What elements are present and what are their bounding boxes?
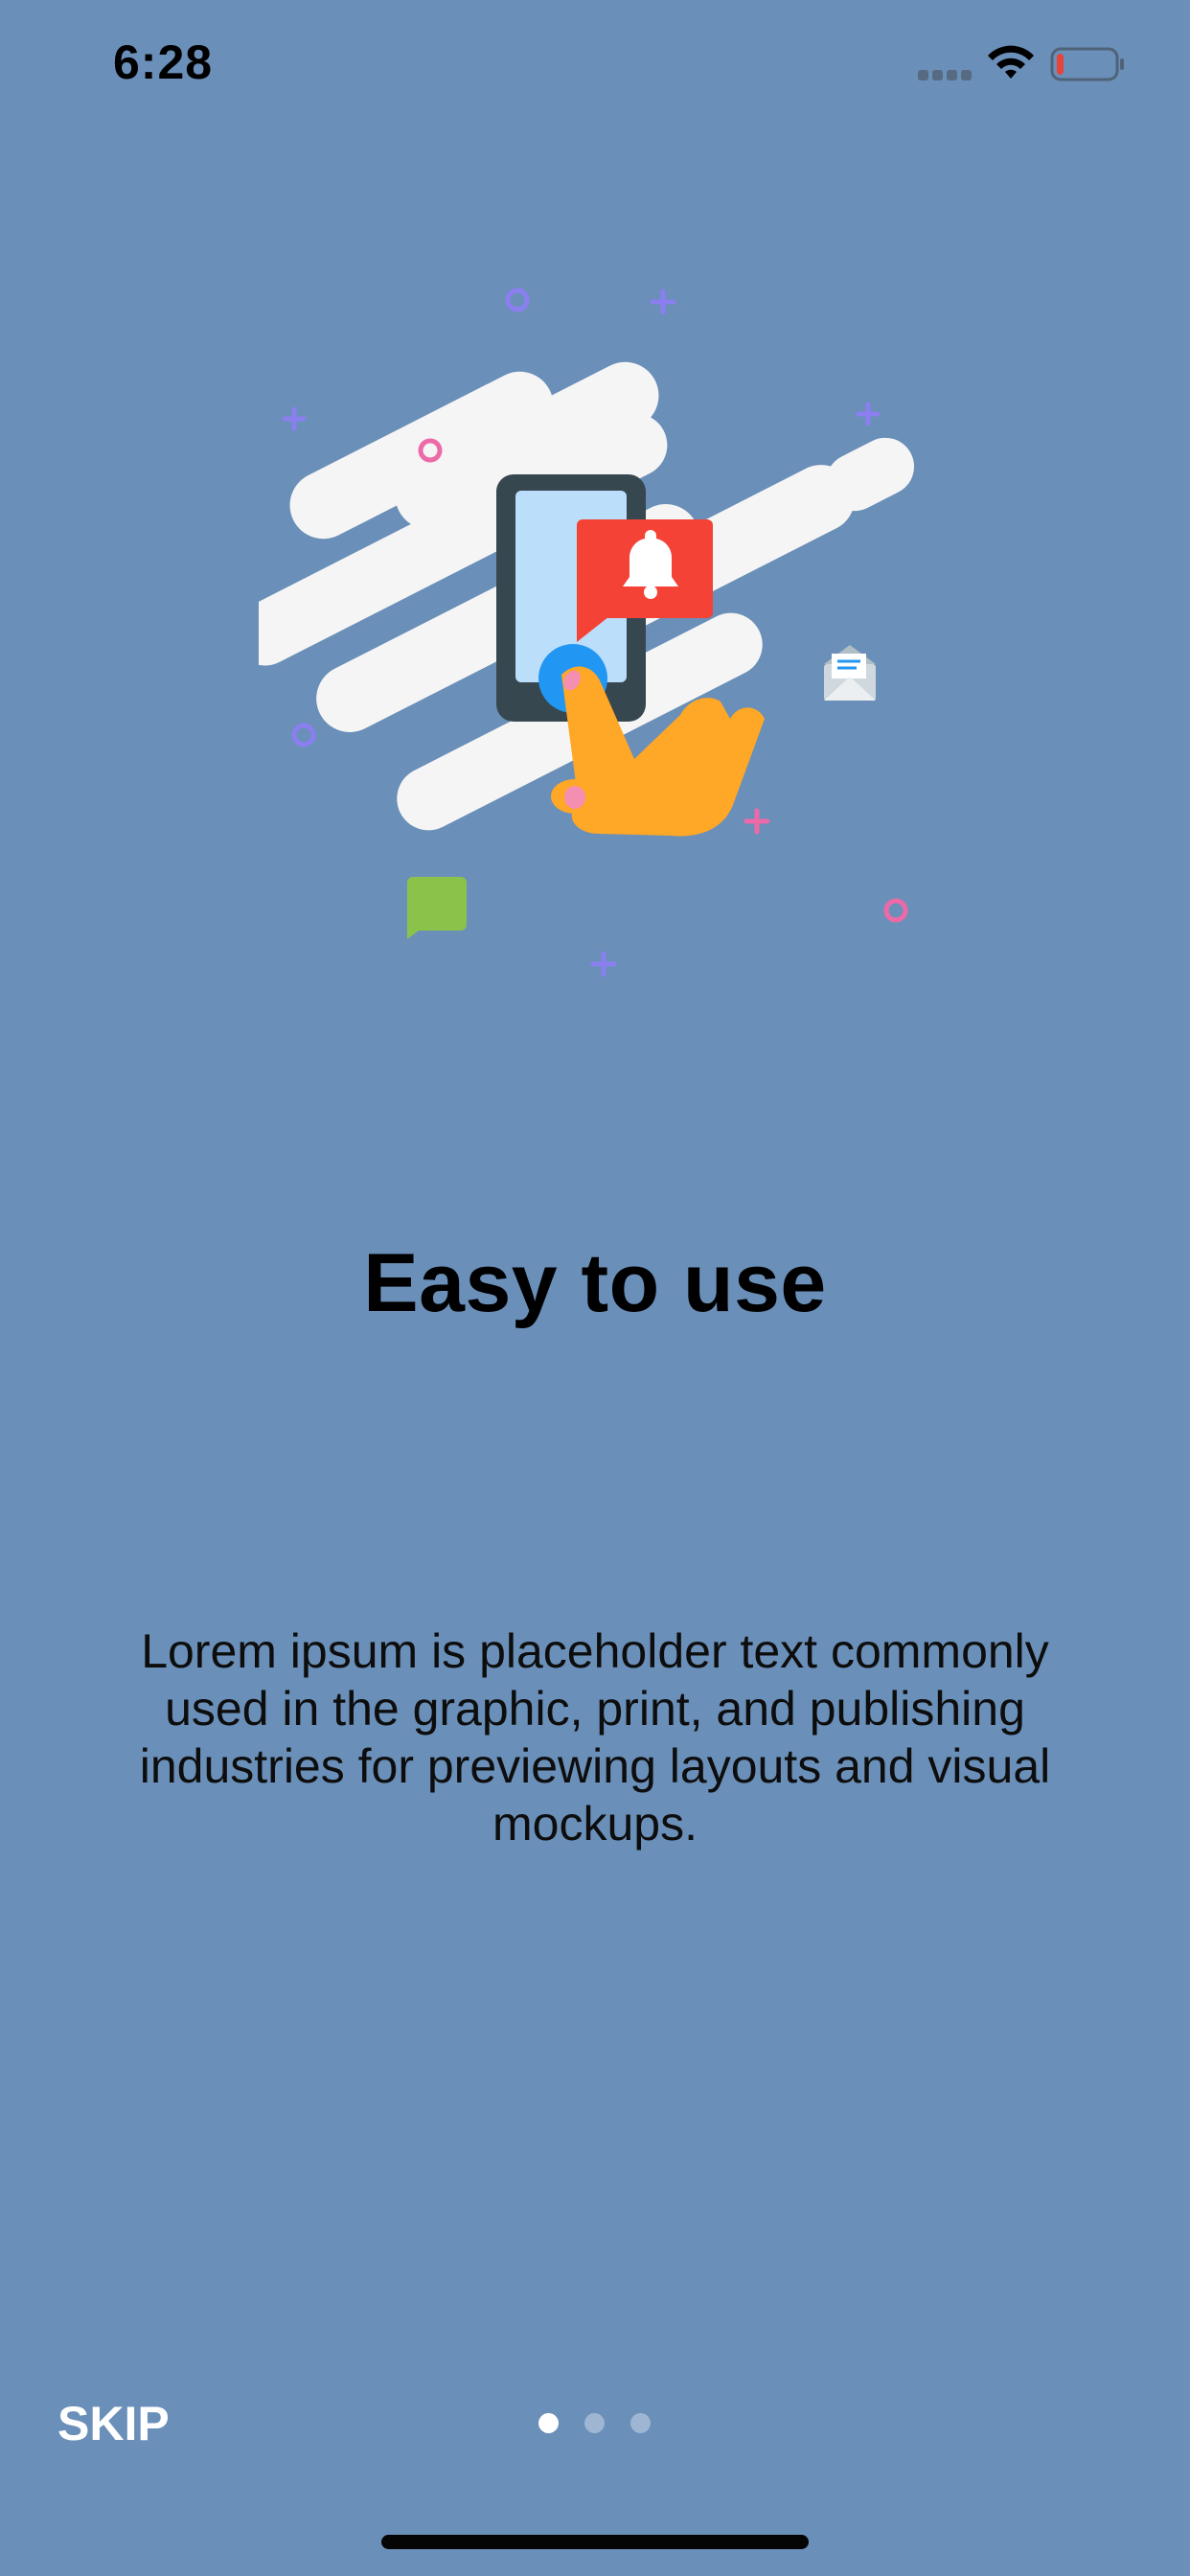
status-time: 6:28 — [113, 35, 214, 89]
phone-notification-hand-illustration — [259, 288, 915, 978]
mail-envelope — [824, 645, 876, 701]
onboarding-title: Easy to use — [363, 1237, 827, 1329]
signal-dots-icon — [918, 70, 973, 81]
page-dot-1[interactable] — [538, 2413, 559, 2433]
page-dot-3[interactable] — [630, 2413, 651, 2433]
chat-bubble — [407, 877, 467, 939]
page-indicator[interactable] — [537, 2413, 661, 2434]
page-dot-2[interactable] — [584, 2413, 605, 2433]
wifi-icon — [988, 45, 1034, 79]
home-indicator[interactable] — [381, 2535, 809, 2549]
status-bar: 6:28 — [0, 0, 1190, 125]
skip-button[interactable]: SKIP — [57, 2396, 170, 2451]
onboarding-description: Lorem ipsum is placeholder text commonly… — [139, 1624, 1051, 1851]
battery-low-icon — [1050, 47, 1124, 81]
